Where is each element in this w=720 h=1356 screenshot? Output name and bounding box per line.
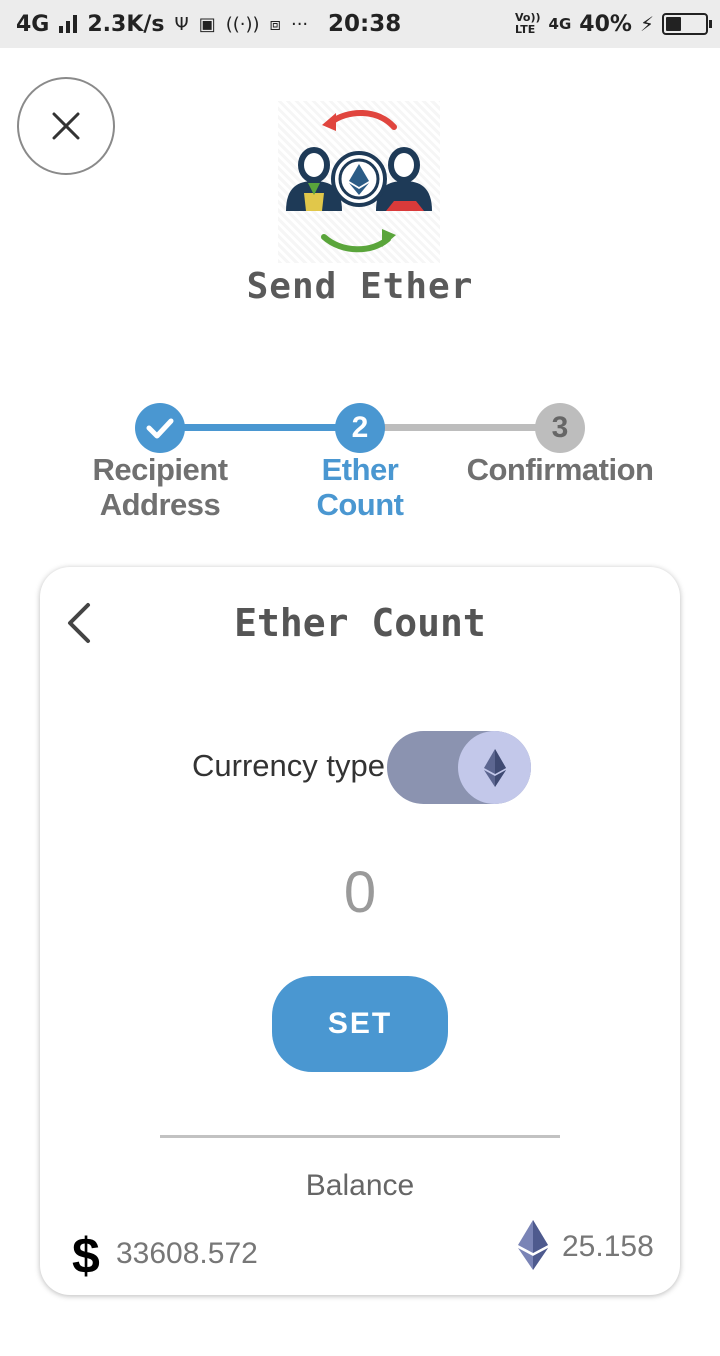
usd-balance-value: 33608.572	[116, 1237, 258, 1270]
network-type: 4G	[16, 11, 50, 37]
volte-bottom: LTE	[515, 23, 536, 36]
step-2-label: Ether Count	[260, 452, 460, 522]
usb-icon: Ψ	[174, 13, 189, 35]
step-2-circle[interactable]: 2	[335, 403, 385, 453]
step-connector-done	[160, 424, 360, 431]
network-type-right: 4G	[548, 15, 572, 33]
step-connector-pending	[360, 424, 560, 431]
step-3-circle[interactable]: 3	[535, 403, 585, 453]
exchange-illustration-icon	[286, 109, 432, 253]
step-3-label: Confirmation	[450, 452, 670, 487]
close-icon	[52, 112, 80, 140]
step-3-label-line1: Confirmation	[466, 452, 654, 487]
toggle-knob[interactable]	[458, 731, 531, 804]
hotspot-icon: ((·))	[225, 13, 260, 35]
screenshot-icon: ⧈	[269, 13, 281, 35]
checkmark-icon	[146, 418, 174, 439]
network-speed: 2.3K/s	[87, 11, 165, 37]
currency-type-toggle[interactable]	[387, 731, 531, 804]
ethereum-balance-icon	[518, 1220, 548, 1270]
page-title: Send Ether	[246, 266, 474, 307]
currency-type-label: Currency type	[192, 748, 385, 783]
more-icon: ···	[290, 13, 309, 35]
step-1-label-line2: Address	[99, 487, 221, 522]
progress-stepper: 2 3 Recipient Address Ether Count Confir…	[0, 400, 720, 530]
step-2-number: 2	[351, 411, 369, 444]
step-3-number: 3	[551, 411, 569, 444]
card-title: Ether Count	[234, 601, 486, 645]
battery-fill	[666, 17, 681, 31]
usb-debug-icon: ▣	[198, 13, 216, 35]
step-1-label: Recipient Address	[60, 452, 260, 522]
ethereum-icon	[483, 748, 506, 787]
battery-percent: 40%	[579, 11, 632, 37]
send-ether-logo	[278, 101, 440, 263]
eth-balance-value: 25.158	[562, 1230, 654, 1263]
battery-icon	[662, 13, 712, 35]
status-left: 4G 2.3K/s Ψ ▣ ((·)) ⧈ ···	[16, 0, 308, 48]
amount-display[interactable]: 0	[40, 859, 680, 926]
step-1-circle[interactable]	[135, 403, 185, 453]
step-2-label-line2: Count	[316, 487, 404, 522]
close-button[interactable]	[17, 77, 115, 175]
divider	[160, 1135, 560, 1138]
volte-icon: Vo)) LTE	[515, 12, 541, 36]
step-2-label-line1: Ether	[321, 452, 399, 487]
charging-icon: ⚡	[639, 12, 654, 36]
status-bar: 4G 2.3K/s Ψ ▣ ((·)) ⧈ ··· 20:38 Vo)) LTE…	[0, 0, 720, 48]
clock: 20:38	[328, 11, 402, 37]
balance-label: Balance	[305, 1169, 415, 1202]
ether-count-card: Ether Count Currency type 0 SET Balance …	[40, 567, 680, 1295]
step-1-label-line1: Recipient	[92, 452, 228, 487]
signal-icon	[59, 15, 78, 33]
set-button[interactable]: SET	[272, 976, 448, 1072]
dollar-icon: $	[72, 1228, 100, 1284]
status-right: Vo)) LTE 4G 40% ⚡	[515, 0, 712, 48]
